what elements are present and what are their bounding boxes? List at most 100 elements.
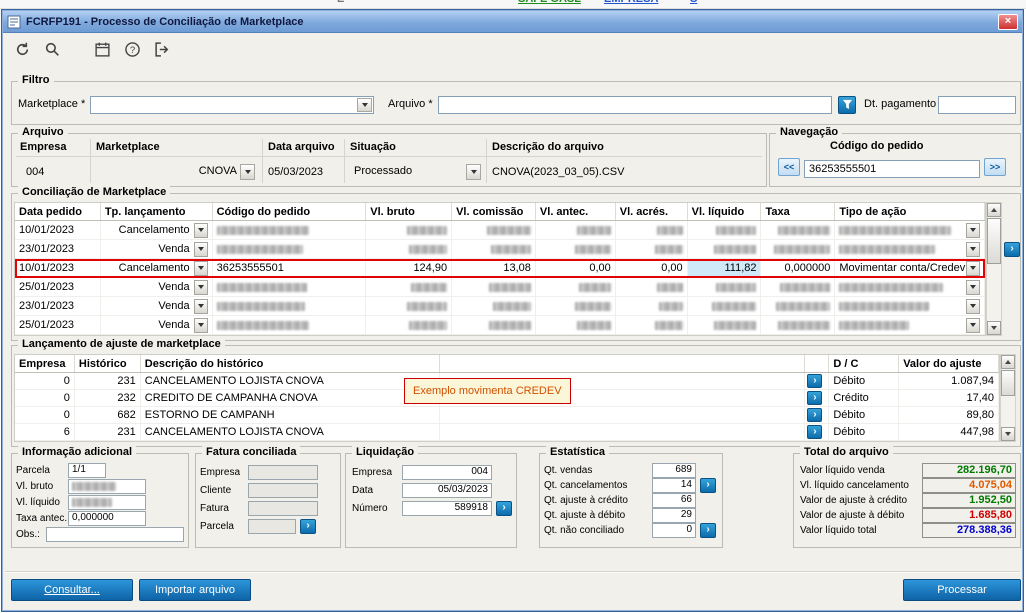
- tipo-acao-select[interactable]: Movimentar conta/Credev: [835, 259, 986, 277]
- help-button[interactable]: ?: [121, 38, 143, 60]
- detail-button[interactable]: ›: [807, 374, 823, 388]
- column-separator: [262, 139, 263, 183]
- importar-arquivo-button[interactable]: Importar arquivo: [139, 579, 251, 601]
- cell-antec: [536, 221, 616, 239]
- next-pedido-button[interactable]: >>: [984, 158, 1006, 176]
- col-header: Empresa: [15, 355, 75, 372]
- prev-pedido-button[interactable]: <<: [778, 158, 800, 176]
- chevron-down-icon[interactable]: [193, 279, 208, 295]
- vertical-scrollbar[interactable]: [986, 202, 1002, 336]
- dt-pagamento-input[interactable]: [938, 96, 1016, 114]
- chevron-down-icon[interactable]: [193, 241, 208, 257]
- detail-button[interactable]: ›: [807, 391, 823, 405]
- cell-taxa: 0,000000: [761, 259, 836, 277]
- exit-button[interactable]: [151, 38, 173, 60]
- tipo-acao-select[interactable]: [835, 221, 986, 239]
- stat-detail-button[interactable]: ›: [700, 478, 716, 493]
- cell-taxa: [761, 297, 836, 315]
- marketplace-select[interactable]: [90, 96, 374, 114]
- cell-dc: Crédito: [829, 390, 900, 406]
- chevron-down-icon[interactable]: [966, 279, 981, 295]
- close-button[interactable]: ×: [998, 13, 1018, 30]
- calendar-button[interactable]: [91, 38, 113, 60]
- chevron-down-icon[interactable]: [240, 164, 255, 180]
- tp-lancamento-select[interactable]: Venda: [101, 316, 213, 334]
- scrollbar-thumb[interactable]: [1001, 370, 1015, 396]
- cliente-label: Cliente: [200, 485, 232, 496]
- tp-lancamento-select[interactable]: Venda: [101, 297, 213, 315]
- marketplace-cell-select[interactable]: CNOVA: [96, 163, 256, 181]
- chevron-down-icon[interactable]: [193, 298, 208, 314]
- chevron-down-icon[interactable]: [193, 222, 208, 238]
- tp-lancamento-select[interactable]: Cancelamento: [101, 221, 213, 239]
- scroll-up-button[interactable]: [987, 203, 1001, 217]
- liquidacao-detail-button[interactable]: ›: [496, 501, 512, 516]
- chevron-down-icon[interactable]: [966, 241, 981, 257]
- obs-label: Obs.:: [16, 529, 40, 540]
- chevron-down-icon[interactable]: [357, 98, 372, 112]
- tp-lancamento-select[interactable]: Venda: [101, 240, 213, 258]
- data-label: Data: [352, 485, 374, 496]
- cell-dc: Débito: [829, 424, 900, 440]
- chevron-down-icon[interactable]: [193, 317, 208, 333]
- filter-button[interactable]: [838, 96, 856, 114]
- column-separator: [344, 139, 345, 183]
- chevron-down-icon[interactable]: [966, 298, 981, 314]
- scroll-up-button[interactable]: [1001, 355, 1015, 369]
- chevron-down-icon[interactable]: [966, 222, 981, 238]
- redacted-value: [839, 225, 952, 235]
- vertical-scrollbar[interactable]: [1000, 354, 1016, 442]
- parcela-field[interactable]: 1/1: [68, 463, 106, 478]
- search-button[interactable]: [41, 38, 63, 60]
- ajuste-row[interactable]: 0 682 ESTORNO DE CAMPANH › Débito 89,80: [15, 407, 999, 424]
- codigo-pedido-input[interactable]: [804, 160, 980, 178]
- scrollbar-thumb[interactable]: [987, 218, 1001, 264]
- conciliacao-row[interactable]: 23/01/2023 Venda: [15, 297, 986, 316]
- conciliacao-row[interactable]: 23/01/2023 Venda: [15, 240, 986, 259]
- arquivo-input[interactable]: [438, 96, 832, 114]
- conciliacao-row-selected[interactable]: 10/01/2023 Cancelamento 36253555501 124,…: [15, 259, 986, 278]
- calendar-icon: [94, 42, 110, 57]
- cell-action: ›: [805, 424, 830, 440]
- cell-valor: 89,80: [899, 407, 999, 423]
- situacao-select[interactable]: Processado: [350, 163, 482, 181]
- obs-field[interactable]: [46, 527, 184, 542]
- scroll-down-button[interactable]: [1001, 427, 1015, 441]
- situacao-value: Processado: [354, 165, 413, 177]
- tipo-acao-select[interactable]: [835, 297, 986, 315]
- redacted-value: [578, 282, 611, 292]
- chevron-down-icon[interactable]: [466, 164, 481, 180]
- consultar-button[interactable]: Consultar...: [11, 579, 133, 601]
- cell-descricao: CANCELAMENTO LOJISTA CNOVA: [141, 373, 441, 389]
- detail-button[interactable]: ›: [807, 425, 823, 439]
- tipo-acao-select[interactable]: [835, 278, 986, 296]
- cell-codigo: [213, 221, 367, 239]
- stat-detail-button[interactable]: ›: [700, 523, 716, 538]
- conciliacao-row[interactable]: 25/01/2023 Venda: [15, 316, 986, 335]
- conciliacao-row[interactable]: 25/01/2023 Venda: [15, 278, 986, 297]
- taxa-antec-field[interactable]: 0,000000: [68, 511, 146, 526]
- cell-empresa: 0: [15, 390, 75, 406]
- processar-button[interactable]: Processar: [903, 579, 1021, 601]
- tp-lancamento-select[interactable]: Cancelamento: [101, 259, 213, 277]
- cell-liquido-highlighted: 111,82: [687, 259, 762, 277]
- tipo-acao-select[interactable]: [835, 240, 986, 258]
- cell-bruto: 124,90: [366, 259, 453, 277]
- scroll-down-button[interactable]: [987, 321, 1001, 335]
- fatura-detail-button[interactable]: ›: [300, 519, 316, 534]
- redacted-value: [216, 301, 305, 311]
- liquidacao-group: Liquidação Empresa 004 Data 05/03/2023 N…: [345, 446, 517, 548]
- chevron-down-icon[interactable]: [193, 260, 208, 276]
- ajuste-row[interactable]: 6 231 CANCELAMENTO LOJISTA CNOVA › Débit…: [15, 424, 999, 441]
- chevron-down-icon[interactable]: [966, 317, 981, 333]
- chevron-down-icon[interactable]: [966, 260, 981, 276]
- tipo-acao-select[interactable]: [835, 316, 986, 334]
- conciliacao-row[interactable]: 10/01/2023 Cancelamento: [15, 221, 986, 240]
- row-detail-button[interactable]: ›: [1004, 242, 1020, 257]
- tp-lancamento-select[interactable]: Venda: [101, 278, 213, 296]
- data-arquivo-value: 05/03/2023: [268, 166, 324, 178]
- detail-button[interactable]: ›: [807, 408, 823, 422]
- cell-historico: 231: [75, 424, 141, 440]
- refresh-button[interactable]: [11, 38, 33, 60]
- title-bar[interactable]: FCRFP191 - Processo de Conciliação de Ma…: [3, 11, 1022, 33]
